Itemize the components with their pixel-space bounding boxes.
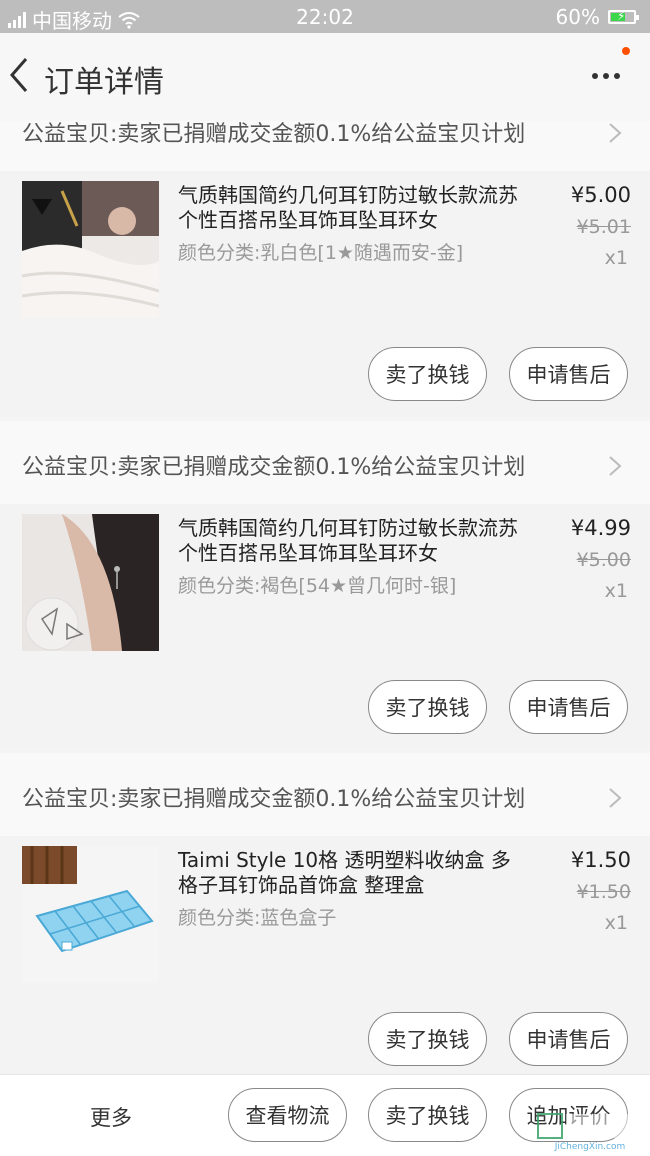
clock: 22:02 [296,5,354,29]
product-image-earring-white[interactable] [22,181,159,318]
product-original-price: ¥5.00 [576,549,631,571]
product-sku: 颜色分类:褐色[54★曾几何时-银] [178,575,457,597]
product-quantity: x1 [604,247,628,269]
nav-bar-background: 订单详情 [0,33,650,121]
product-sku: 颜色分类:蓝色盒子 [178,907,337,929]
status-bar: 中国移动 22:02 60% ⚡ [0,0,650,33]
watermark-logo: JiChengXin.com [534,1112,646,1152]
charity-text: 公益宝贝:卖家已捐赠成交金额0.1%给公益宝贝计划 [22,787,526,812]
back-arrow-icon [10,58,28,92]
more-menu-button-overlay[interactable] [592,47,630,89]
order-item-1[interactable]: 气质韩国简约几何耳钉防过敏长款流苏个性百搭吊坠耳饰耳坠耳环女 颜色分类:乳白色[… [0,171,650,416]
order-item-3[interactable]: Taimi Style 10格 透明塑料收纳盒 多格子耳钉饰品首饰盒 整理盒 颜… [0,836,650,1081]
charity-row[interactable]: 公益宝贝:卖家已捐赠成交金额0.1%给公益宝贝计划 [0,753,650,841]
chevron-right-icon [609,123,622,143]
sell-button[interactable]: 卖了换钱 [368,347,487,401]
battery-percent: 60% [555,5,600,29]
after-sales-button[interactable]: 申请售后 [509,347,628,401]
chevron-right-icon [609,788,622,808]
product-title[interactable]: 气质韩国简约几何耳钉防过敏长款流苏个性百搭吊坠耳饰耳坠耳环女 [178,183,518,233]
product-title[interactable]: 气质韩国简约几何耳钉防过敏长款流苏个性百搭吊坠耳饰耳坠耳环女 [178,516,518,566]
status-right: 60% ⚡ [555,5,639,29]
after-sales-button[interactable]: 申请售后 [509,680,628,734]
product-price: ¥1.50 [570,848,631,872]
charity-text: 公益宝贝:卖家已捐赠成交金额0.1%给公益宝贝计划 [22,455,526,480]
product-image-storage-box[interactable] [22,846,159,983]
after-sales-button[interactable]: 申请售后 [509,1012,628,1066]
page-title-overlay: 订单详情 [44,65,164,100]
watermark-text: JiChengXin.com [554,1142,626,1152]
sell-button[interactable]: 卖了换钱 [368,680,487,734]
product-original-price: ¥5.01 [576,216,631,238]
view-logistics-button[interactable]: 查看物流 [228,1088,347,1142]
back-button-overlay[interactable] [6,55,36,95]
product-quantity: x1 [604,912,628,934]
chevron-right-icon [609,456,622,476]
product-image-earring-brown[interactable] [22,514,159,651]
product-quantity: x1 [604,580,628,602]
notification-dot [622,47,630,55]
bottom-action-bar: 更多 查看物流 卖了换钱 追加评价 JiChengXin.com [0,1074,650,1156]
product-sku: 颜色分类:乳白色[1★随遇而安-金] [178,242,464,264]
product-original-price: ¥1.50 [576,881,631,903]
product-price: ¥5.00 [570,183,631,207]
charity-row[interactable]: 公益宝贝:卖家已捐赠成交金额0.1%给公益宝贝计划 [0,421,650,509]
more-actions-button[interactable]: 更多 [90,1102,132,1132]
product-title[interactable]: Taimi Style 10格 透明塑料收纳盒 多格子耳钉饰品首饰盒 整理盒 [178,848,518,898]
product-price: ¥4.99 [570,516,631,540]
sell-button[interactable]: 卖了换钱 [368,1012,487,1066]
battery-icon: ⚡ [608,9,639,24]
sell-button[interactable]: 卖了换钱 [368,1088,487,1142]
order-item-2[interactable]: 气质韩国简约几何耳钉防过敏长款流苏个性百搭吊坠耳饰耳坠耳环女 颜色分类:褐色[5… [0,504,650,749]
